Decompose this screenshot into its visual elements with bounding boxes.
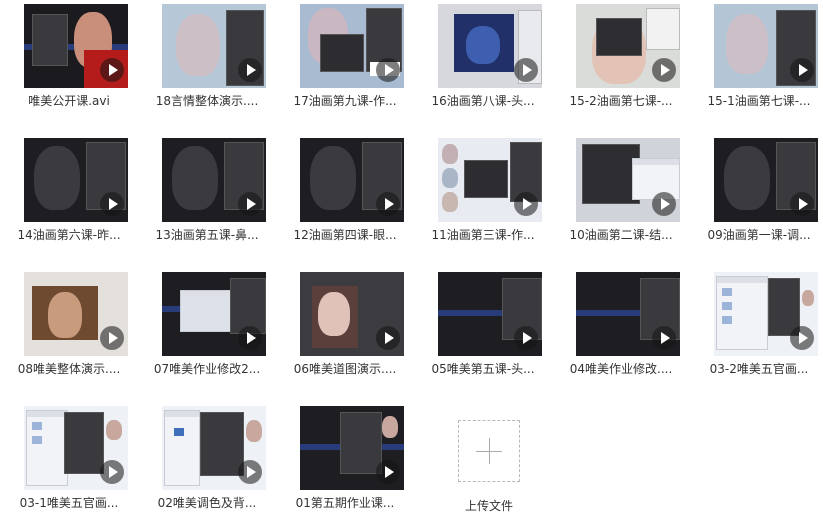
- video-file-tile[interactable]: 06唯美道图演示....: [276, 268, 414, 398]
- file-name: 09油画第一课-调...: [707, 228, 811, 242]
- video-file-tile[interactable]: 09油画第一课-调...: [690, 134, 823, 264]
- play-icon: [790, 58, 814, 82]
- play-icon: [652, 58, 676, 82]
- file-name: 17油画第九课-作...: [293, 94, 397, 108]
- file-name: 03-1唯美五官画...: [19, 496, 119, 510]
- play-icon: [100, 192, 124, 216]
- file-name: 15-1油画第七课-...: [707, 94, 811, 108]
- file-name: 06唯美道图演示....: [293, 362, 397, 376]
- video-file-tile[interactable]: 15-1油画第七课-...: [690, 0, 823, 130]
- play-icon: [238, 58, 262, 82]
- play-icon: [514, 192, 538, 216]
- video-file-tile[interactable]: 14油画第六课-昨...: [0, 134, 138, 264]
- play-icon: [100, 460, 124, 484]
- video-file-tile[interactable]: 01第五期作业课...: [276, 402, 414, 532]
- file-name: 11油画第三课-作...: [431, 228, 535, 242]
- video-thumbnail: [24, 406, 128, 490]
- play-icon: [238, 326, 262, 350]
- play-icon: [100, 58, 124, 82]
- video-thumbnail: [438, 4, 542, 88]
- file-name: 04唯美作业修改....: [569, 362, 673, 376]
- play-icon: [238, 192, 262, 216]
- video-file-tile[interactable]: 13油画第五课-鼻...: [138, 134, 276, 264]
- file-name: 13油画第五课-鼻...: [155, 228, 259, 242]
- video-thumbnail: [162, 138, 266, 222]
- play-icon: [790, 192, 814, 216]
- video-thumbnail: [300, 4, 404, 88]
- play-icon: [376, 326, 400, 350]
- play-icon: [238, 460, 262, 484]
- file-name: 08唯美整体演示....: [17, 362, 121, 376]
- video-thumbnail: [162, 406, 266, 490]
- video-thumbnail: [438, 272, 542, 356]
- video-file-tile[interactable]: 05唯美第五课-头...: [414, 268, 552, 398]
- upload-label: 上传文件: [464, 499, 513, 513]
- video-file-tile[interactable]: 16油画第八课-头...: [414, 0, 552, 130]
- video-file-tile[interactable]: 17油画第九课-作...: [276, 0, 414, 130]
- video-thumbnail: [162, 4, 266, 88]
- play-icon: [376, 58, 400, 82]
- play-icon: [100, 326, 124, 350]
- file-name: 05唯美第五课-头...: [431, 362, 535, 376]
- video-file-tile[interactable]: 04唯美作业修改....: [552, 268, 690, 398]
- video-thumbnail: [24, 138, 128, 222]
- play-icon: [376, 192, 400, 216]
- video-thumbnail: [24, 4, 128, 88]
- file-name: 15-2油画第七课-...: [569, 94, 673, 108]
- video-thumbnail: [438, 138, 542, 222]
- video-file-tile[interactable]: 07唯美作业修改2...: [138, 268, 276, 398]
- file-grid: 唯美公开课.avi 18言情整体演示.... 17油画第九课-作... 16油画…: [0, 0, 823, 510]
- video-file-tile[interactable]: 02唯美调色及背...: [138, 402, 276, 532]
- video-thumbnail: [576, 4, 680, 88]
- video-file-tile[interactable]: 08唯美整体演示....: [0, 268, 138, 398]
- play-icon: [514, 58, 538, 82]
- play-icon: [652, 192, 676, 216]
- video-file-tile[interactable]: 11油画第三课-作...: [414, 134, 552, 264]
- file-name: 07唯美作业修改2...: [153, 362, 261, 376]
- video-thumbnail: [24, 272, 128, 356]
- video-file-tile[interactable]: 15-2油画第七课-...: [552, 0, 690, 130]
- file-name: 02唯美调色及背...: [157, 496, 257, 510]
- video-file-tile[interactable]: 10油画第二课-结...: [552, 134, 690, 264]
- file-name: 14油画第六课-昨...: [17, 228, 121, 242]
- video-thumbnail: [576, 138, 680, 222]
- video-file-tile[interactable]: 唯美公开课.avi: [0, 0, 138, 130]
- video-thumbnail: [576, 272, 680, 356]
- video-thumbnail: [300, 138, 404, 222]
- upload-button[interactable]: [458, 420, 520, 482]
- video-file-tile[interactable]: 12油画第四课-眼...: [276, 134, 414, 264]
- file-name: 10油画第二课-结...: [569, 228, 673, 242]
- video-thumbnail: [714, 138, 818, 222]
- play-icon: [514, 326, 538, 350]
- video-thumbnail: [300, 272, 404, 356]
- video-file-tile[interactable]: 18言情整体演示....: [138, 0, 276, 130]
- play-icon: [376, 460, 400, 484]
- file-name: 03-2唯美五官画...: [709, 362, 809, 376]
- file-name: 01第五期作业课...: [295, 496, 395, 510]
- file-name: 18言情整体演示....: [155, 94, 259, 108]
- video-file-tile[interactable]: 03-1唯美五官画...: [0, 402, 138, 532]
- play-icon: [790, 326, 814, 350]
- video-thumbnail: [714, 272, 818, 356]
- video-thumbnail: [300, 406, 404, 490]
- file-name: 唯美公开课.avi: [28, 94, 110, 108]
- file-name: 12油画第四课-眼...: [293, 228, 397, 242]
- file-name: 16油画第八课-头...: [431, 94, 535, 108]
- video-thumbnail: [162, 272, 266, 356]
- video-file-tile[interactable]: 03-2唯美五官画...: [690, 268, 823, 398]
- video-thumbnail: [714, 4, 818, 88]
- play-icon: [652, 326, 676, 350]
